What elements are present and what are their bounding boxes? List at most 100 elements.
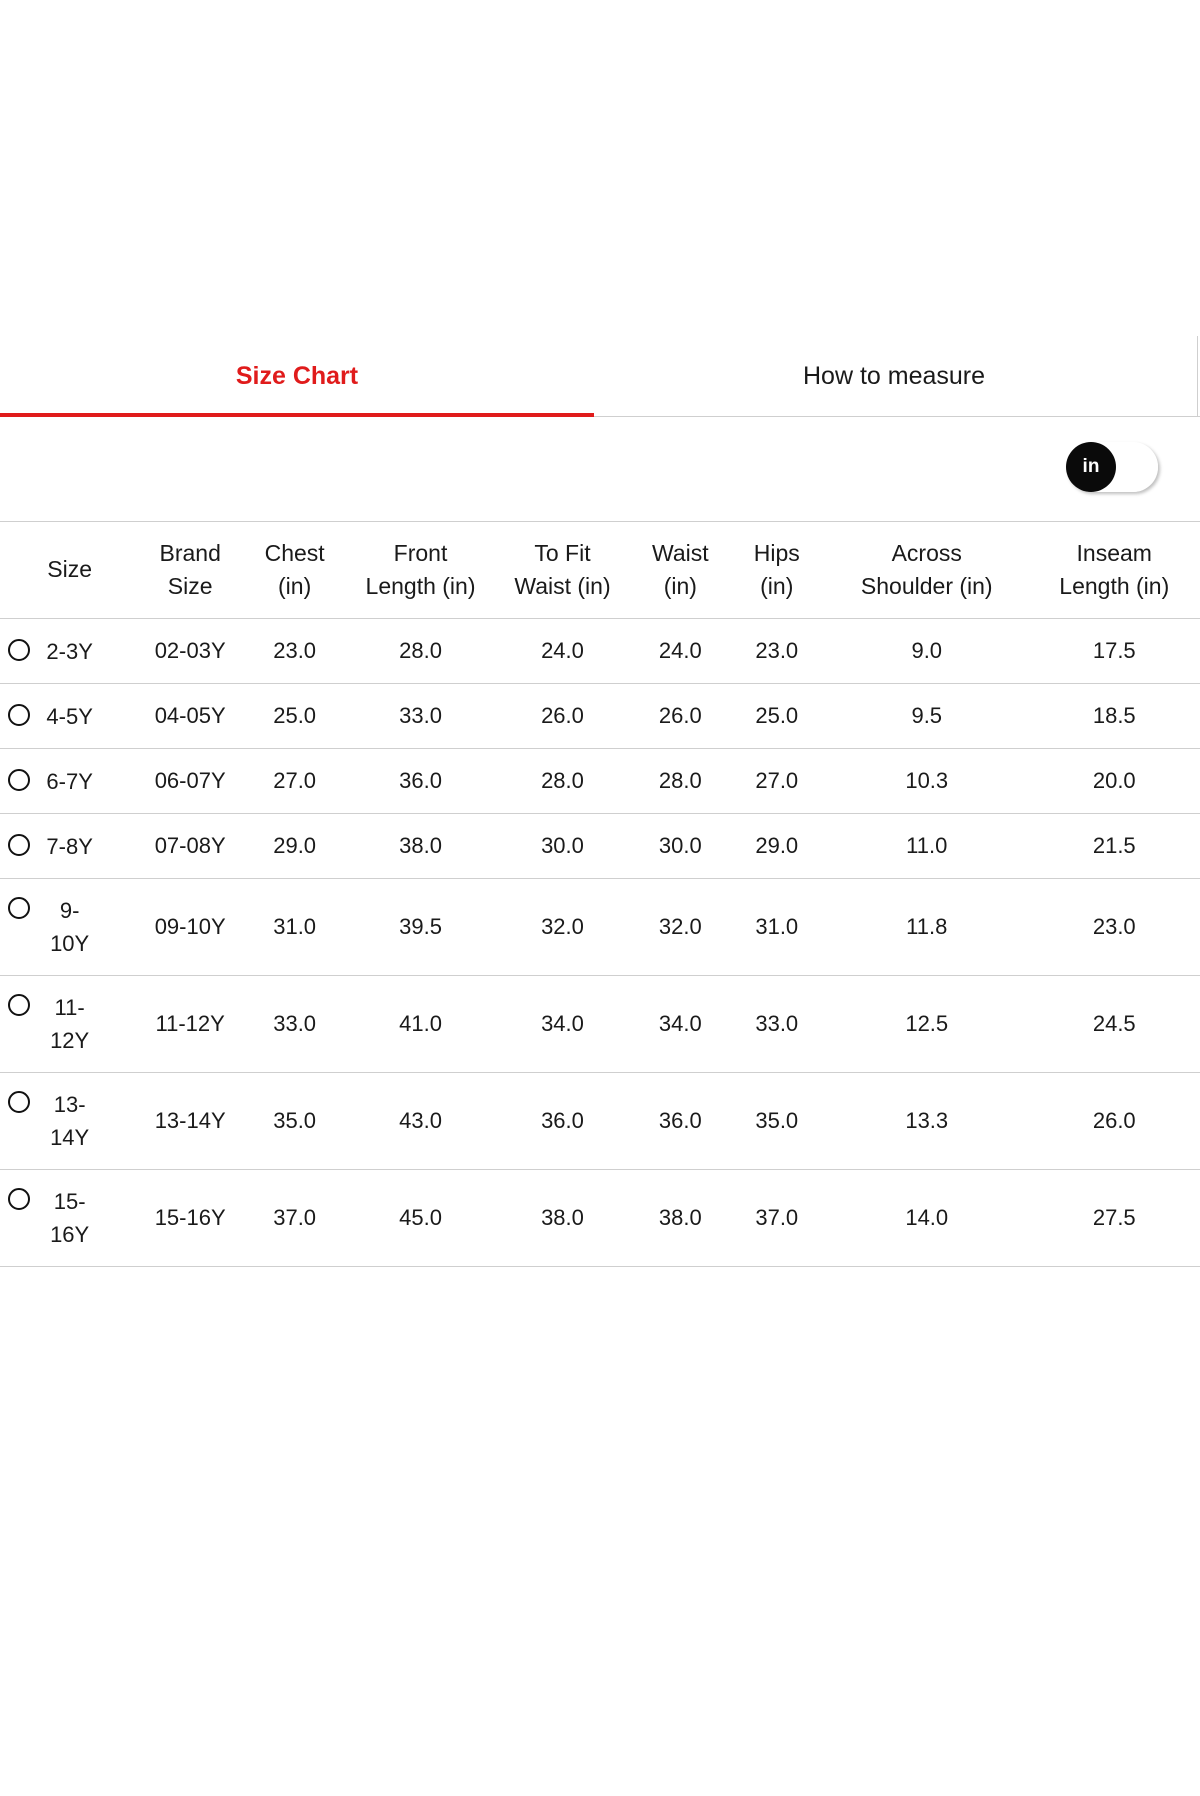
size-radio[interactable]: [8, 834, 30, 856]
size-radio[interactable]: [8, 994, 30, 1016]
brand-size-cell: 09-10Y: [139, 878, 242, 976]
size-radio[interactable]: [8, 897, 30, 919]
brand-size-cell: 06-07Y: [139, 748, 242, 814]
chest-cell: 25.0: [241, 683, 349, 749]
to-fit-waist-cell: 24.0: [492, 618, 633, 684]
to-fit-waist-cell: 38.0: [492, 1169, 633, 1267]
waist-cell: 30.0: [632, 813, 729, 879]
size-chart-table: Size Brand Size Chest (in) Front Length (in…: [0, 521, 1200, 1267]
inseam-length-cell: 17.5: [1028, 618, 1200, 684]
header-inseam-length: Inseam Length (in): [1028, 521, 1200, 619]
to-fit-waist-cell: 36.0: [492, 1072, 633, 1170]
front-length-cell: 38.0: [348, 813, 493, 879]
waist-cell: 38.0: [632, 1169, 729, 1267]
hips-cell: 35.0: [728, 1072, 825, 1170]
hips-cell: 33.0: [728, 975, 825, 1073]
header-waist: Waist (in): [632, 521, 729, 619]
table-row[interactable]: 9- 10Y 09-10Y 31.0 39.5 32.0 32.0 31.0 11…: [0, 878, 1200, 976]
table-row[interactable]: 4-5Y 04-05Y 25.0 33.0 26.0 26.0 25.0 9.5…: [0, 683, 1200, 749]
size-cell[interactable]: 9- 10Y: [0, 878, 140, 976]
brand-size-cell: 13-14Y: [139, 1072, 242, 1170]
chest-cell: 27.0: [241, 748, 349, 814]
to-fit-waist-cell: 30.0: [492, 813, 633, 879]
waist-cell: 26.0: [632, 683, 729, 749]
size-radio[interactable]: [8, 1091, 30, 1113]
size-cell[interactable]: 11- 12Y: [0, 975, 140, 1073]
across-shoulder-cell: 13.3: [824, 1072, 1029, 1170]
table-row[interactable]: 11- 12Y 11-12Y 33.0 41.0 34.0 34.0 33.0 1…: [0, 975, 1200, 1073]
across-shoulder-cell: 12.5: [824, 975, 1029, 1073]
waist-cell: 28.0: [632, 748, 729, 814]
table-row[interactable]: 13- 14Y 13-14Y 35.0 43.0 36.0 36.0 35.0 1…: [0, 1072, 1200, 1170]
inseam-length-cell: 24.5: [1028, 975, 1200, 1073]
header-size: Size: [0, 521, 140, 619]
size-cell[interactable]: 4-5Y: [0, 683, 140, 749]
header-to-fit-waist: To Fit Waist (in): [492, 521, 633, 619]
size-cell[interactable]: 13- 14Y: [0, 1072, 140, 1170]
across-shoulder-cell: 9.5: [824, 683, 1029, 749]
hips-cell: 27.0: [728, 748, 825, 814]
across-shoulder-cell: 10.3: [824, 748, 1029, 814]
inseam-length-cell: 26.0: [1028, 1072, 1200, 1170]
unit-toggle-row: in: [0, 417, 1200, 522]
size-cell[interactable]: 15- 16Y: [0, 1169, 140, 1267]
size-cell[interactable]: 2-3Y: [0, 618, 140, 684]
across-shoulder-cell: 14.0: [824, 1169, 1029, 1267]
size-radio[interactable]: [8, 1188, 30, 1210]
chest-cell: 23.0: [241, 618, 349, 684]
waist-cell: 32.0: [632, 878, 729, 976]
inseam-length-cell: 23.0: [1028, 878, 1200, 976]
size-radio[interactable]: [8, 639, 30, 661]
tab-how-to-measure-label: How to measure: [802, 362, 986, 390]
size-radio[interactable]: [8, 769, 30, 791]
table-row[interactable]: 6-7Y 06-07Y 27.0 36.0 28.0 28.0 27.0 10.…: [0, 748, 1200, 814]
brand-size-cell: 04-05Y: [139, 683, 242, 749]
inseam-length-cell: 27.5: [1028, 1169, 1200, 1267]
unit-toggle-knob: in: [1066, 442, 1116, 492]
front-length-cell: 36.0: [348, 748, 493, 814]
hips-cell: 29.0: [728, 813, 825, 879]
tab-bar: Size Chart How to measure: [0, 336, 1200, 417]
waist-cell: 36.0: [632, 1072, 729, 1170]
header-front-length: Front Length (in): [348, 521, 493, 619]
brand-size-cell: 11-12Y: [139, 975, 242, 1073]
chest-cell: 35.0: [241, 1072, 349, 1170]
to-fit-waist-cell: 32.0: [492, 878, 633, 976]
front-length-cell: 28.0: [348, 618, 493, 684]
hips-cell: 23.0: [728, 618, 825, 684]
brand-size-cell: 07-08Y: [139, 813, 242, 879]
table-row[interactable]: 15- 16Y 15-16Y 37.0 45.0 38.0 38.0 37.0 1…: [0, 1169, 1200, 1267]
front-length-cell: 41.0: [348, 975, 493, 1073]
front-length-cell: 33.0: [348, 683, 493, 749]
header-hips: Hips (in): [728, 521, 825, 619]
tab-size-chart[interactable]: Size Chart: [0, 336, 594, 417]
tab-how-to-measure[interactable]: How to measure: [594, 336, 1194, 416]
unit-toggle[interactable]: in: [1066, 442, 1158, 492]
inseam-length-cell: 20.0: [1028, 748, 1200, 814]
brand-size-cell: 15-16Y: [139, 1169, 242, 1267]
waist-cell: 24.0: [632, 618, 729, 684]
to-fit-waist-cell: 28.0: [492, 748, 633, 814]
chest-cell: 31.0: [241, 878, 349, 976]
front-length-cell: 39.5: [348, 878, 493, 976]
inseam-length-cell: 18.5: [1028, 683, 1200, 749]
size-cell[interactable]: 6-7Y: [0, 748, 140, 814]
size-cell[interactable]: 7-8Y: [0, 813, 140, 879]
size-radio[interactable]: [8, 704, 30, 726]
table-row[interactable]: 2-3Y 02-03Y 23.0 28.0 24.0 24.0 23.0 9.0…: [0, 618, 1200, 684]
chest-cell: 37.0: [241, 1169, 349, 1267]
tab-size-chart-label: Size Chart: [235, 362, 359, 390]
inseam-length-cell: 21.5: [1028, 813, 1200, 879]
across-shoulder-cell: 11.8: [824, 878, 1029, 976]
table-header-row: Size Brand Size Chest (in) Front Length (in…: [0, 521, 1200, 619]
header-chest: Chest (in): [241, 521, 349, 619]
header-brand-size: Brand Size: [139, 521, 242, 619]
front-length-cell: 45.0: [348, 1169, 493, 1267]
front-length-cell: 43.0: [348, 1072, 493, 1170]
table-row[interactable]: 7-8Y 07-08Y 29.0 38.0 30.0 30.0 29.0 11.…: [0, 813, 1200, 879]
chest-cell: 33.0: [241, 975, 349, 1073]
tab-divider: [1197, 336, 1198, 416]
header-across-shoulder: Across Shoulder (in): [824, 521, 1029, 619]
across-shoulder-cell: 9.0: [824, 618, 1029, 684]
waist-cell: 34.0: [632, 975, 729, 1073]
